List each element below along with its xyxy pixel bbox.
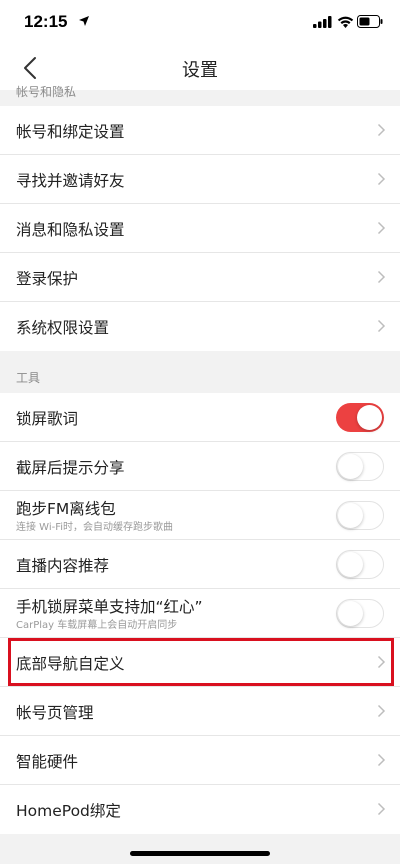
section-header-account: 帐号和隐私 bbox=[16, 85, 77, 99]
account-binding-settings-item[interactable]: 帐号和绑定设置 bbox=[0, 106, 400, 155]
chevron-right-icon bbox=[377, 221, 386, 235]
row-label: 截屏后提示分享 bbox=[16, 459, 125, 477]
row-label: HomePod绑定 bbox=[16, 802, 121, 820]
row-subtitle: CarPlay 车载屏幕上会自动开启同步 bbox=[16, 620, 178, 631]
bottom-nav-customize-item[interactable]: 底部导航自定义 bbox=[0, 638, 400, 687]
find-invite-friends-item[interactable]: 寻找并邀请好友 bbox=[0, 155, 400, 204]
toggle-knob bbox=[338, 453, 363, 479]
row-label: 消息和隐私设置 bbox=[16, 221, 125, 239]
message-privacy-settings-item[interactable]: 消息和隐私设置 bbox=[0, 204, 400, 253]
toggle-knob bbox=[338, 600, 363, 626]
row-subtitle: 连接 Wi-Fi时，会自动缓存跑步歌曲 bbox=[16, 522, 174, 533]
row-label: 跑步FM离线包 bbox=[16, 500, 116, 518]
chevron-right-icon bbox=[377, 802, 386, 816]
account-page-manage-item[interactable]: 帐号页管理 bbox=[0, 687, 400, 736]
status-time: 12:15 bbox=[24, 12, 68, 31]
row-label: 智能硬件 bbox=[16, 753, 79, 771]
chevron-right-icon bbox=[377, 123, 386, 137]
running-fm-offline-item: 跑步FM离线包 连接 Wi-Fi时，会自动缓存跑步歌曲 bbox=[0, 491, 400, 540]
live-content-recommend-toggle[interactable] bbox=[336, 550, 384, 579]
lockscreen-heart-item: 手机锁屏菜单支持加“红心” CarPlay 车载屏幕上会自动开启同步 bbox=[0, 589, 400, 638]
battery-icon bbox=[357, 15, 383, 28]
row-label: 寻找并邀请好友 bbox=[16, 172, 125, 190]
status-bar: 12:15 bbox=[0, 0, 400, 46]
chevron-right-icon bbox=[377, 270, 386, 284]
smart-hardware-item[interactable]: 智能硬件 bbox=[0, 736, 400, 785]
toggle-knob bbox=[338, 502, 363, 528]
homepod-binding-item[interactable]: HomePod绑定 bbox=[0, 785, 400, 834]
wifi-icon bbox=[337, 16, 354, 28]
chevron-right-icon bbox=[377, 655, 386, 669]
account-settings-list: 帐号和绑定设置 寻找并邀请好友 消息和隐私设置 登录保护 系统权限设置 bbox=[0, 106, 400, 351]
row-label: 帐号页管理 bbox=[16, 704, 94, 722]
page-title: 设置 bbox=[182, 60, 218, 81]
row-label: 底部导航自定义 bbox=[16, 655, 125, 673]
chevron-right-icon bbox=[377, 319, 386, 333]
toggle-knob bbox=[338, 551, 363, 577]
chevron-right-icon bbox=[377, 172, 386, 186]
system-permission-settings-item[interactable]: 系统权限设置 bbox=[0, 302, 400, 351]
login-protection-item[interactable]: 登录保护 bbox=[0, 253, 400, 302]
screenshot-share-prompt-item: 截屏后提示分享 bbox=[0, 442, 400, 491]
running-fm-offline-toggle[interactable] bbox=[336, 501, 384, 530]
row-label: 登录保护 bbox=[16, 270, 79, 288]
lockscreen-lyrics-item: 锁屏歌词 bbox=[0, 393, 400, 442]
row-label: 帐号和绑定设置 bbox=[16, 123, 125, 141]
section-header-tools: 工具 bbox=[16, 371, 41, 385]
chevron-right-icon bbox=[377, 753, 386, 767]
lockscreen-heart-toggle[interactable] bbox=[336, 599, 384, 628]
signal-icon bbox=[313, 16, 332, 28]
location-arrow-icon bbox=[79, 16, 89, 26]
tools-settings-list: 锁屏歌词 截屏后提示分享 跑步FM离线包 连接 Wi-Fi时，会自动缓存跑步歌曲… bbox=[0, 393, 400, 834]
screenshot-share-prompt-toggle[interactable] bbox=[336, 452, 384, 481]
row-label: 直播内容推荐 bbox=[16, 557, 110, 575]
row-label: 锁屏歌词 bbox=[16, 410, 79, 428]
row-label: 系统权限设置 bbox=[16, 319, 110, 337]
row-label: 手机锁屏菜单支持加“红心” bbox=[16, 598, 203, 616]
live-content-recommend-item: 直播内容推荐 bbox=[0, 540, 400, 589]
lockscreen-lyrics-toggle[interactable] bbox=[336, 403, 384, 432]
home-indicator bbox=[130, 851, 270, 856]
toggle-knob bbox=[357, 405, 382, 430]
chevron-right-icon bbox=[377, 704, 386, 718]
